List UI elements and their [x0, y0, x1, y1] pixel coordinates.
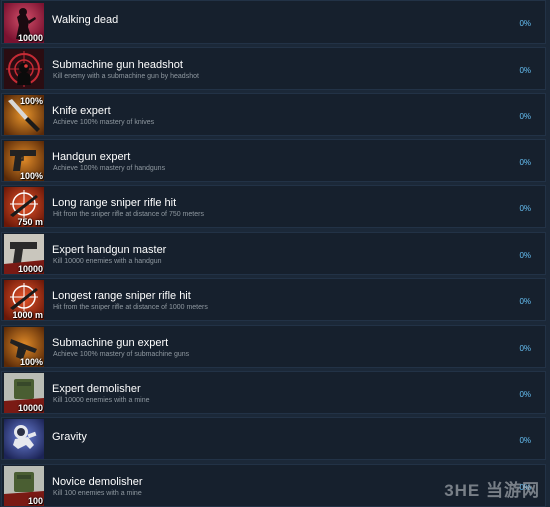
achievement-title: Longest range sniper rifle hit	[52, 290, 191, 302]
achievement-progress: 0%	[519, 204, 531, 213]
achievement-row[interactable]: 10000 Expert handgun master Kill 10000 e…	[1, 232, 546, 275]
achievement-title: Submachine gun expert	[52, 337, 169, 349]
achievement-badge: 100	[27, 496, 43, 506]
achievement-row[interactable]: 100% Submachine gun expert Achieve 100% …	[1, 325, 546, 368]
achievement-description: Achieve 100% mastery of submachine guns	[53, 351, 190, 358]
achievement-description: Kill 10000 enemies with a mine	[53, 397, 150, 404]
knife-icon: 100%	[4, 95, 44, 135]
achievement-description: Achieve 100% mastery of handguns	[53, 165, 166, 172]
achievement-title: Gravity	[52, 431, 87, 443]
achievement-progress: 0%	[519, 390, 531, 399]
achievement-badge: 100%	[19, 357, 43, 367]
achievement-badge: 10000	[17, 264, 43, 274]
achievement-description: Kill 100 enemies with a mine	[53, 490, 142, 497]
achievement-title: Novice demolisher	[52, 476, 143, 488]
achievement-description: Kill enemy with a submachine gun by head…	[53, 73, 199, 80]
achievement-title: Submachine gun headshot	[52, 59, 183, 71]
achievement-progress: 0%	[519, 19, 531, 28]
achievement-progress: 0%	[519, 297, 531, 306]
achievement-description: Hit from the sniper rifle at distance of…	[53, 211, 204, 218]
achievement-badge: 100%	[19, 96, 43, 106]
site-watermark: 3HE 当游网	[444, 481, 540, 500]
handgun-icon: 100%	[4, 141, 44, 181]
headshot-target-icon	[4, 49, 44, 89]
mine-icon: 100	[4, 466, 44, 506]
zombie-icon: 10000	[4, 3, 44, 43]
achievement-row[interactable]: 750 m Long range sniper rifle hit Hit fr…	[1, 185, 546, 228]
achievement-progress: 0%	[519, 66, 531, 75]
achievement-badge: 10000	[17, 33, 43, 43]
achievement-title: Expert demolisher	[52, 383, 141, 395]
achievement-description: Kill 10000 enemies with a handgun	[53, 258, 162, 265]
achievement-row[interactable]: 1000 m Longest range sniper rifle hit Hi…	[1, 278, 546, 321]
achievement-row[interactable]: 100% Knife expert Achieve 100% mastery o…	[1, 93, 546, 136]
achievement-description: Hit from the sniper rifle at distance of…	[53, 304, 208, 311]
achievement-title: Expert handgun master	[52, 244, 167, 256]
achievement-row[interactable]: 100% Handgun expert Achieve 100% mastery…	[1, 139, 546, 182]
achievement-progress: 0%	[519, 112, 531, 121]
achievement-title: Knife expert	[52, 105, 111, 117]
achievement-row[interactable]: Gravity 0%	[1, 417, 546, 460]
achievement-progress: 0%	[519, 158, 531, 167]
sniper-crosshair-icon: 750 m	[4, 187, 44, 227]
achievement-title: Walking dead	[52, 14, 119, 26]
handgun-icon: 10000	[4, 234, 44, 274]
achievement-row[interactable]: 10000 Expert demolisher Kill 10000 enemi…	[1, 371, 546, 414]
achievement-badge: 100%	[19, 171, 43, 181]
achievement-progress: 0%	[519, 436, 531, 445]
achievement-title: Long range sniper rifle hit	[52, 197, 177, 209]
achievement-description: Achieve 100% mastery of knives	[53, 119, 155, 126]
achievement-title: Handgun expert	[52, 151, 131, 163]
sniper-crosshair-icon: 1000 m	[4, 280, 44, 320]
achievement-badge: 10000	[17, 403, 43, 413]
submachine-gun-icon: 100%	[4, 327, 44, 367]
mine-icon: 10000	[4, 373, 44, 413]
achievement-badge: 1000 m	[12, 310, 43, 320]
achievement-row[interactable]: Submachine gun headshot Kill enemy with …	[1, 47, 546, 90]
achievement-badge: 750 m	[17, 217, 43, 227]
astronaut-icon	[4, 419, 44, 459]
achievement-progress: 0%	[519, 344, 531, 353]
achievement-progress: 0%	[519, 251, 531, 260]
achievement-row[interactable]: 10000 Walking dead 0%	[1, 0, 546, 44]
